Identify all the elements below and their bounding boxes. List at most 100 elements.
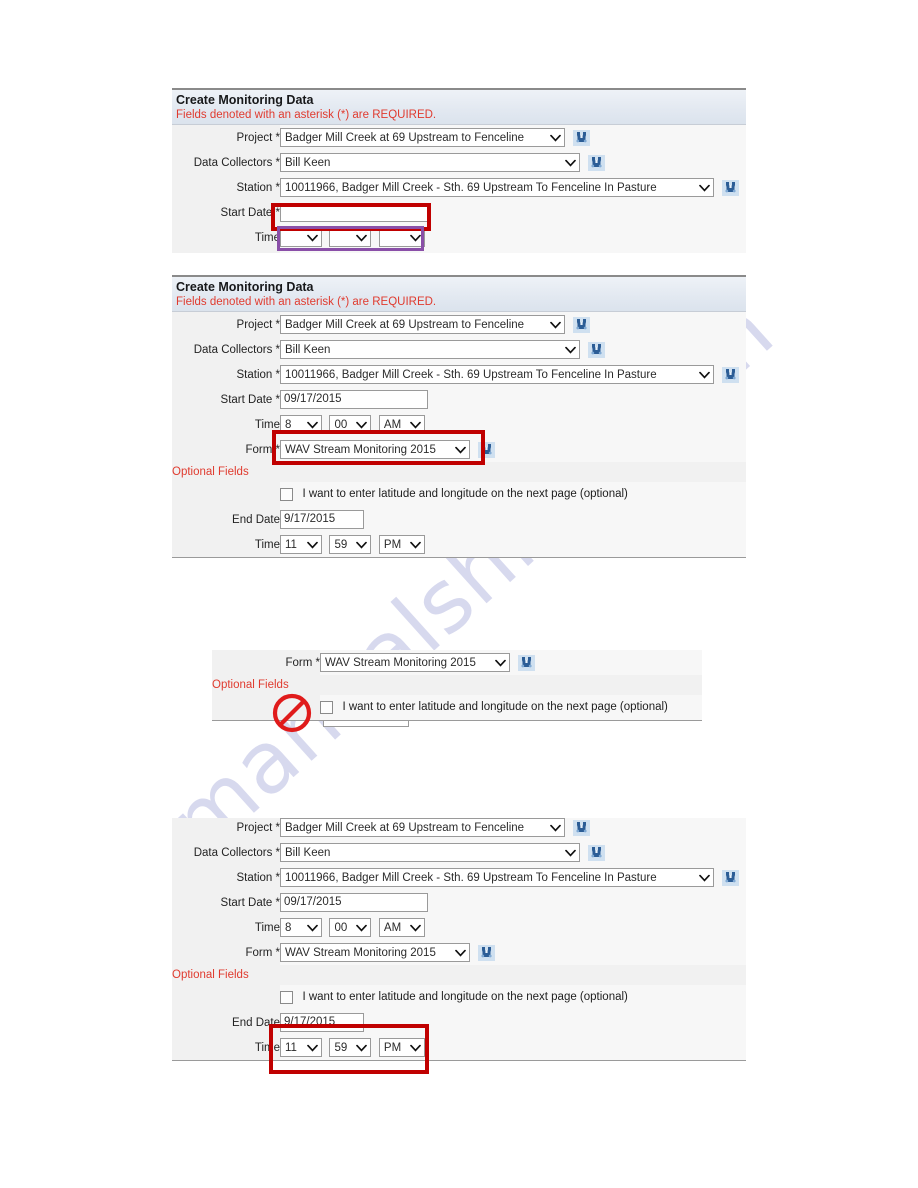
monitoring-form-4: Project * Badger Mill Creek at 69 Upstre… [172,818,746,1060]
end-minute-select[interactable]: 59 [329,535,372,554]
binoculars-icon[interactable] [588,844,606,861]
start-date-input[interactable]: 09/17/2015 [280,893,428,912]
label-end-date: End Date [172,507,280,532]
start-hour-select[interactable]: 8 [280,918,322,937]
start-minute-select[interactable]: 00 [329,415,372,434]
end-date-input[interactable]: 9/17/2015 [280,1013,364,1032]
latlong-checkbox[interactable] [280,990,293,1004]
field-end-date: 9/17/2015 [280,1010,746,1035]
form-select-value: WAV Stream Monitoring 2015 [325,656,476,669]
chevron-down-icon [699,371,710,379]
latlong-checkbox[interactable] [320,700,333,714]
field-project: Badger Mill Creek at 69 Upstream to Fenc… [280,125,746,150]
panel-3-bottom-rule [212,720,702,721]
chevron-down-icon [307,541,318,549]
chevron-down-icon [495,659,506,667]
chevron-down-icon [565,346,576,354]
binoculars-icon[interactable] [478,441,496,458]
chevron-down-icon [550,824,561,832]
binoculars-icon[interactable] [722,869,740,886]
row-data-collectors: Data Collectors * Bill Keen [172,150,746,175]
chevron-down-icon [565,849,576,857]
binoculars-icon[interactable] [573,316,591,333]
data-collectors-select-value: Bill Keen [285,156,331,169]
label-data-collectors: Data Collectors * [172,337,280,362]
project-select[interactable]: Badger Mill Creek at 69 Upstream to Fenc… [280,128,565,147]
row-start-time: Time 8 00 AM [172,412,746,437]
binoculars-icon[interactable] [588,341,606,358]
data-collectors-select[interactable]: Bill Keen [280,153,580,172]
label-station: Station * [172,865,280,890]
binoculars-icon[interactable] [573,129,591,146]
label-end-time: Time [172,532,280,557]
label-latlong-spacer [172,482,280,507]
station-select[interactable]: 10011966, Badger Mill Creek - Sth. 69 Up… [280,178,714,197]
end-hour-value: 11 [285,538,297,551]
label-project: Project * [172,125,280,150]
latlong-checkbox[interactable] [280,487,293,501]
row-station: Station * 10011966, Badger Mill Creek - … [172,865,746,890]
start-minute-value: 00 [334,418,348,431]
label-data-collectors: Data Collectors * [172,150,280,175]
label-station: Station * [172,362,280,387]
chevron-down-icon [699,184,710,192]
end-minute-value: 59 [334,1041,348,1054]
chevron-down-icon [307,421,318,429]
start-hour-select[interactable]: 8 [280,415,322,434]
end-ampm-select[interactable]: PM [378,1038,425,1057]
row-start-time: Time [172,225,746,250]
row-form: Form * WAV Stream Monitoring 2015 [172,437,746,462]
form-select[interactable]: WAV Stream Monitoring 2015 [320,653,510,672]
binoculars-icon[interactable] [722,179,740,196]
start-ampm-select[interactable] [378,228,425,247]
label-start-time: Time [172,915,280,940]
form-select[interactable]: WAV Stream Monitoring 2015 [280,943,470,962]
chevron-down-icon [410,924,421,932]
end-minute-select[interactable]: 59 [329,1038,372,1057]
end-hour-value: 11 [285,1041,297,1054]
label-data-collectors: Data Collectors * [172,840,280,865]
data-collectors-select[interactable]: Bill Keen [280,340,580,359]
chevron-down-icon [356,234,368,242]
station-select-value: 10011966, Badger Mill Creek - Sth. 69 Up… [285,871,657,884]
page-title: Create Monitoring Data [176,280,314,294]
data-collectors-select[interactable]: Bill Keen [280,843,580,862]
field-data-collectors: Bill Keen [280,840,746,865]
end-ampm-value: PM [383,538,402,551]
station-select[interactable]: 10011966, Badger Mill Creek - Sth. 69 Up… [280,868,714,887]
project-select[interactable]: Badger Mill Creek at 69 Upstream to Fenc… [280,315,565,334]
field-station: 10011966, Badger Mill Creek - Sth. 69 Up… [280,175,746,200]
form-select[interactable]: WAV Stream Monitoring 2015 [280,440,470,459]
form-select-value: WAV Stream Monitoring 2015 [285,946,436,959]
label-end-date: End Date [172,1010,280,1035]
field-form: WAV Stream Monitoring 2015 [280,437,746,462]
end-ampm-select[interactable]: PM [378,535,425,554]
start-hour-value: 8 [285,921,292,934]
label-station: Station * [172,175,280,200]
binoculars-icon[interactable] [722,366,740,383]
start-date-input[interactable] [280,203,428,222]
optional-fields-heading: Optional Fields [172,965,746,985]
start-hour-select[interactable] [280,228,322,247]
binoculars-icon[interactable] [478,944,496,961]
start-ampm-select[interactable]: AM [378,918,425,937]
start-hour-value: 8 [285,418,292,431]
field-end-time: 11 59 PM [280,1035,746,1060]
start-minute-select[interactable]: 00 [329,918,372,937]
binoculars-icon[interactable] [518,654,536,671]
form-panel-4: Create Monitoring Data Fields denoted wi… [172,818,746,1061]
field-end-date: 9/17/2015 [280,507,746,532]
start-ampm-select[interactable]: AM [378,415,425,434]
binoculars-icon[interactable] [588,154,606,171]
field-station: 10011966, Badger Mill Creek - Sth. 69 Up… [280,362,746,387]
station-select[interactable]: 10011966, Badger Mill Creek - Sth. 69 Up… [280,365,714,384]
end-hour-select[interactable]: 11 [280,1038,322,1057]
row-start-date: Start Date * [172,200,746,225]
chevron-down-icon [307,1044,318,1052]
project-select[interactable]: Badger Mill Creek at 69 Upstream to Fenc… [280,818,565,837]
binoculars-icon[interactable] [573,819,591,836]
end-hour-select[interactable]: 11 [280,535,322,554]
end-date-input[interactable]: 9/17/2015 [280,510,364,529]
start-minute-select[interactable] [329,228,372,247]
start-date-input[interactable]: 09/17/2015 [280,390,428,409]
